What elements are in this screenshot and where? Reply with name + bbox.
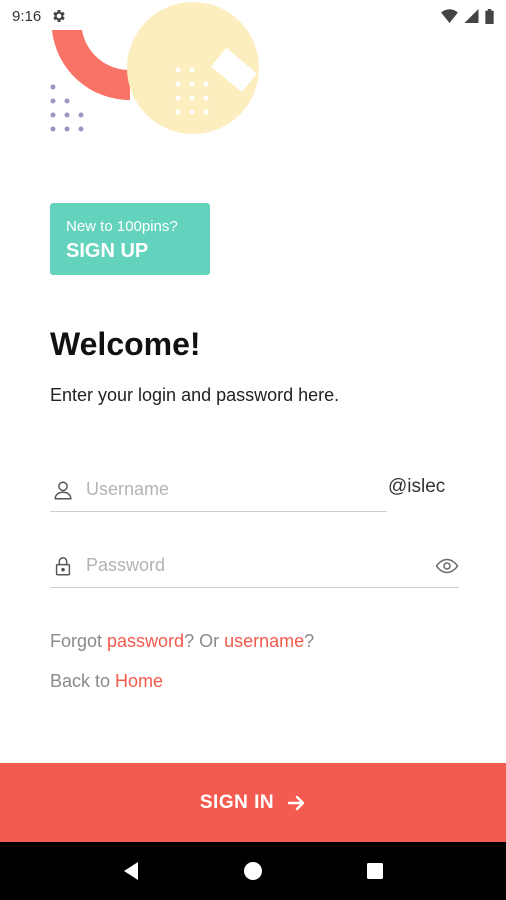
- forgot-suffix-text: ?: [304, 631, 315, 651]
- user-icon: [50, 477, 76, 503]
- domain-suffix: @islec: [388, 476, 446, 497]
- password-field: [50, 544, 459, 588]
- system-nav-bar: [0, 842, 506, 900]
- forgot-password-link[interactable]: password: [107, 631, 184, 651]
- recents-icon[interactable]: [355, 851, 395, 891]
- password-input[interactable]: [86, 545, 459, 586]
- forgot-prefix-text: Forgot: [50, 631, 108, 651]
- forgot-middle-text: ? Or: [184, 631, 225, 651]
- signin-button[interactable]: SIGN IN: [0, 763, 506, 842]
- username-input[interactable]: [86, 469, 387, 510]
- header-decoration: [50, 2, 259, 134]
- signup-prompt: New to 100pins?: [66, 218, 178, 235]
- page-subtitle: Enter your login and password here.: [50, 385, 340, 405]
- forgot-links-line: Forgot password? Or username?: [50, 631, 314, 652]
- back-home-line: Back to Home: [50, 671, 163, 692]
- lock-icon: [50, 553, 76, 579]
- home-link[interactable]: Home: [115, 671, 163, 691]
- page-title: Welcome!: [50, 326, 201, 362]
- arrow-right-icon: [288, 795, 306, 811]
- username-field: [50, 468, 387, 512]
- home-icon[interactable]: [233, 851, 273, 891]
- back-prefix-text: Back to: [50, 671, 116, 691]
- forgot-username-link[interactable]: username: [224, 631, 304, 651]
- back-icon[interactable]: [111, 851, 151, 891]
- signin-label: SIGN IN: [199, 791, 275, 813]
- coral-arc-shape: [52, 30, 130, 101]
- signup-label: SIGN UP: [66, 240, 149, 262]
- signup-button[interactable]: New to 100pins? SIGN UP: [50, 203, 210, 275]
- dots-pattern-left: [50, 84, 84, 132]
- eye-icon[interactable]: [434, 553, 460, 579]
